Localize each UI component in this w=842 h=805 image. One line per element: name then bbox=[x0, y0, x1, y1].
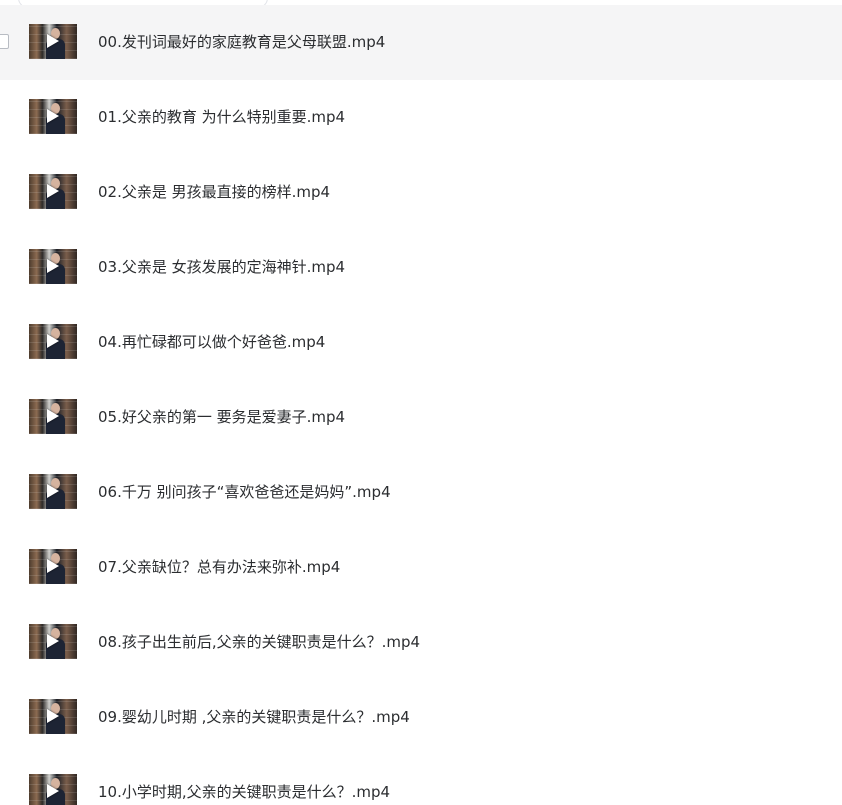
file-row-05[interactable]: 05.好父亲的第一 要务是爱妻子.mp4 bbox=[0, 380, 842, 455]
file-name[interactable]: 05.好父亲的第一 要务是爱妻子.mp4 bbox=[98, 404, 345, 430]
file-name[interactable]: 03.父亲是 女孩发展的定海神针.mp4 bbox=[98, 254, 345, 280]
file-list: 00.发刊词最好的家庭教育是父母联盟.mp4 01.父亲的教育 为什么特别重要.… bbox=[0, 5, 842, 805]
video-thumbnail[interactable] bbox=[29, 174, 77, 209]
file-name[interactable]: 06.千万 别问孩子“喜欢爸爸还是妈妈”.mp4 bbox=[98, 479, 391, 505]
file-row-04[interactable]: 04.再忙碌都可以做个好爸爸.mp4 bbox=[0, 305, 842, 380]
file-row-06[interactable]: 06.千万 别问孩子“喜欢爸爸还是妈妈”.mp4 bbox=[0, 455, 842, 530]
video-thumbnail[interactable] bbox=[29, 324, 77, 359]
video-thumbnail[interactable] bbox=[29, 24, 77, 59]
play-icon[interactable] bbox=[47, 484, 59, 498]
file-list-page: 00.发刊词最好的家庭教育是父母联盟.mp4 01.父亲的教育 为什么特别重要.… bbox=[0, 0, 842, 805]
file-row-00[interactable]: 00.发刊词最好的家庭教育是父母联盟.mp4 bbox=[0, 5, 842, 80]
file-name[interactable]: 07.父亲缺位？总有办法来弥补.mp4 bbox=[98, 554, 340, 580]
video-thumbnail[interactable] bbox=[29, 774, 77, 805]
play-icon[interactable] bbox=[47, 184, 59, 198]
play-icon[interactable] bbox=[47, 709, 59, 723]
file-row-10[interactable]: 10.小学时期,父亲的关键职责是什么？.mp4 bbox=[0, 755, 842, 805]
play-icon[interactable] bbox=[47, 559, 59, 573]
file-row-07[interactable]: 07.父亲缺位？总有办法来弥补.mp4 bbox=[0, 530, 842, 605]
video-thumbnail[interactable] bbox=[29, 399, 77, 434]
file-row-09[interactable]: 09.婴幼儿时期 ,父亲的关键职责是什么？.mp4 bbox=[0, 680, 842, 755]
play-icon[interactable] bbox=[47, 634, 59, 648]
file-name[interactable]: 02.父亲是 男孩最直接的榜样.mp4 bbox=[98, 179, 330, 205]
file-row-02[interactable]: 02.父亲是 男孩最直接的榜样.mp4 bbox=[0, 155, 842, 230]
play-icon[interactable] bbox=[47, 259, 59, 273]
play-icon[interactable] bbox=[47, 334, 59, 348]
file-name[interactable]: 01.父亲的教育 为什么特别重要.mp4 bbox=[98, 104, 345, 130]
file-name[interactable]: 04.再忙碌都可以做个好爸爸.mp4 bbox=[98, 329, 325, 355]
file-name[interactable]: 08.孩子出生前后,父亲的关键职责是什么？.mp4 bbox=[98, 629, 420, 655]
play-icon[interactable] bbox=[47, 784, 59, 798]
play-icon[interactable] bbox=[47, 34, 59, 48]
file-name[interactable]: 00.发刊词最好的家庭教育是父母联盟.mp4 bbox=[98, 29, 385, 55]
video-thumbnail[interactable] bbox=[29, 99, 77, 134]
file-name[interactable]: 09.婴幼儿时期 ,父亲的关键职责是什么？.mp4 bbox=[98, 704, 410, 730]
video-thumbnail[interactable] bbox=[29, 474, 77, 509]
file-row-03[interactable]: 03.父亲是 女孩发展的定海神针.mp4 bbox=[0, 230, 842, 305]
file-row-01[interactable]: 01.父亲的教育 为什么特别重要.mp4 bbox=[0, 80, 842, 155]
video-thumbnail[interactable] bbox=[29, 549, 77, 584]
video-thumbnail[interactable] bbox=[29, 624, 77, 659]
file-row-08[interactable]: 08.孩子出生前后,父亲的关键职责是什么？.mp4 bbox=[0, 605, 842, 680]
checkbox-icon[interactable] bbox=[0, 34, 9, 49]
play-icon[interactable] bbox=[47, 109, 59, 123]
video-thumbnail[interactable] bbox=[29, 249, 77, 284]
file-name[interactable]: 10.小学时期,父亲的关键职责是什么？.mp4 bbox=[98, 779, 390, 805]
play-icon[interactable] bbox=[47, 409, 59, 423]
video-thumbnail[interactable] bbox=[29, 699, 77, 734]
